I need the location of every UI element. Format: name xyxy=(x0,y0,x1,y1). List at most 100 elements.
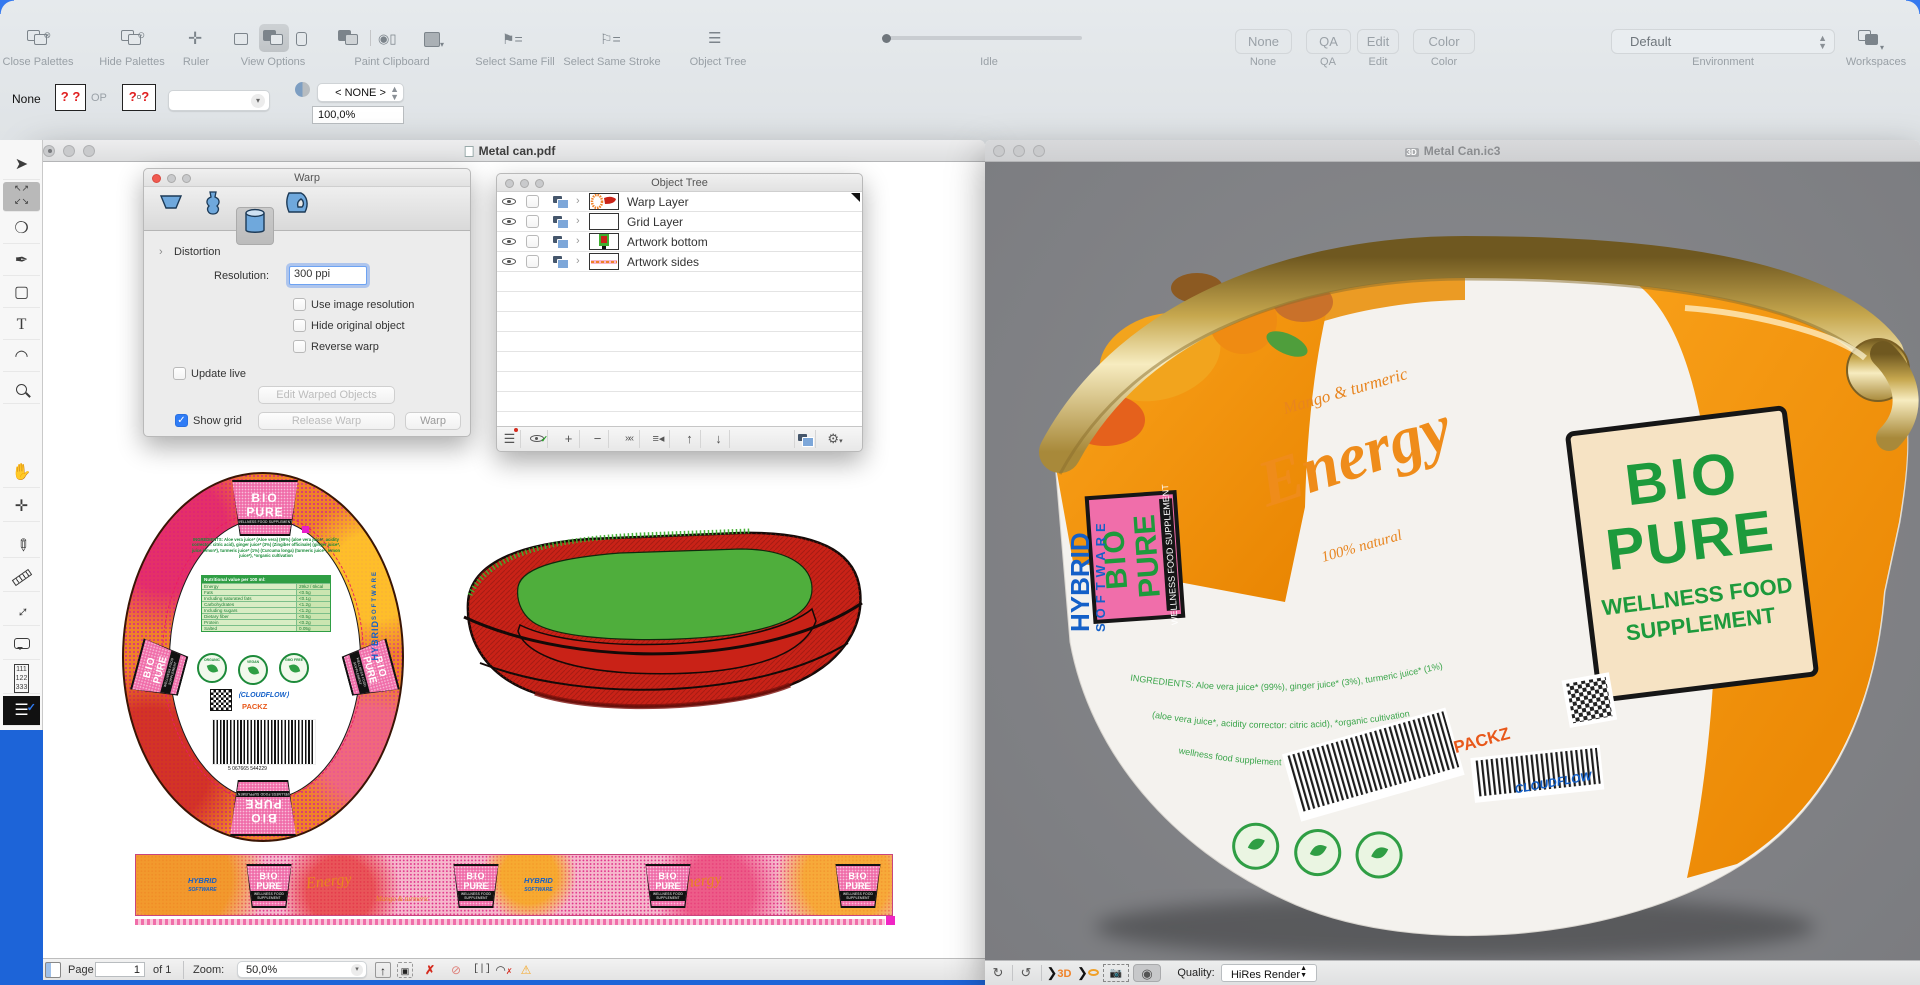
preview-eye-icon[interactable]: ◉ xyxy=(1133,964,1161,982)
stroke-style-dropdown[interactable]: ▾ xyxy=(168,90,270,111)
eyedropper-tool[interactable]: ✐ xyxy=(3,528,40,558)
update-live-checkbox[interactable] xyxy=(173,367,186,380)
edit-warped-objects-button[interactable]: Edit Warped Objects xyxy=(258,386,395,404)
sidebar-toggle-icon[interactable] xyxy=(45,962,61,978)
flatten-layers-icon[interactable]: ≡◂ xyxy=(648,430,670,448)
measure-cross-tool[interactable]: ✛ xyxy=(3,492,40,522)
arc-tool[interactable]: ◠ xyxy=(3,342,40,372)
mode-none-button[interactable]: None xyxy=(1235,29,1292,54)
layer-row[interactable]: › Artwork sides xyxy=(497,252,862,272)
page-input[interactable]: 1 xyxy=(95,962,145,977)
expand-chevron-icon[interactable]: › xyxy=(576,255,580,267)
transform-expand-tool[interactable]: ↖↗↙↘ xyxy=(3,182,40,212)
minimize-button[interactable] xyxy=(1013,145,1025,157)
selection-area-icon[interactable]: ▣ xyxy=(397,962,413,978)
view-options-icon-2[interactable] xyxy=(263,28,281,50)
add-layer-icon[interactable]: + xyxy=(558,430,580,448)
ruler-icon[interactable]: ✛ xyxy=(188,28,202,50)
fit-3d-icon[interactable]: ❯3D xyxy=(1045,964,1073,982)
visibility-eye-icon[interactable] xyxy=(502,255,516,268)
overprint-indicator-icon[interactable] xyxy=(295,82,310,97)
rounded-rect-tool[interactable]: ▢ xyxy=(3,278,40,308)
warp-tab-bottle[interactable] xyxy=(194,190,232,228)
layer-checkbox[interactable] xyxy=(526,255,539,268)
right-window-titlebar[interactable]: 3DMetal Can.ic3 xyxy=(985,140,1920,162)
distort-ellipse-tool[interactable]: ❍ xyxy=(3,214,40,244)
stroke-swatch-box[interactable]: ?▫? xyxy=(122,84,156,111)
move-down-icon[interactable]: ↓ xyxy=(708,430,730,448)
close-palettes-icon[interactable]: ⊗ xyxy=(27,28,49,50)
snapshot-camera-icon[interactable]: 📷 xyxy=(1103,964,1129,982)
show-grid-checkbox[interactable]: ✓ xyxy=(175,414,188,427)
select-same-fill-icon[interactable]: ⚑= xyxy=(502,28,523,50)
orbit-icon[interactable]: ↺ xyxy=(1015,964,1037,982)
selection-handle[interactable] xyxy=(302,526,309,533)
visibility-eye-icon[interactable] xyxy=(502,235,516,248)
text-tool[interactable]: T xyxy=(3,310,40,340)
crop-marks-icon[interactable]: [|] xyxy=(473,962,491,978)
move-up-icon[interactable]: ↑ xyxy=(679,430,701,448)
gear-menu-icon[interactable]: ⚙▾ xyxy=(824,430,846,448)
idle-slider-track[interactable] xyxy=(884,36,1082,40)
render-viewport[interactable]: BIO PURE WELLNESS FOOD SUPPLEMENT BIO PU… xyxy=(985,162,1920,960)
duplicate-icon[interactable] xyxy=(794,430,816,448)
warp-tab-pitcher[interactable] xyxy=(278,190,316,228)
hide-palettes-icon[interactable]: ⊙ xyxy=(121,28,143,50)
view-options-icon-3[interactable] xyxy=(296,28,307,50)
close-button[interactable] xyxy=(993,145,1005,157)
comment-tool[interactable] xyxy=(3,630,40,660)
ruler-tool[interactable] xyxy=(3,562,40,592)
object-tree-titlebar[interactable]: Object Tree xyxy=(497,174,862,192)
collapse-icon[interactable]: »« xyxy=(618,430,640,448)
distortion-chevron-icon[interactable]: › xyxy=(159,246,163,258)
errors-icon[interactable]: ✗ xyxy=(422,962,438,978)
opacity-input[interactable]: 100,0% xyxy=(312,106,404,124)
warnings-x-icon[interactable]: ⊘ xyxy=(448,962,464,978)
select-same-stroke-icon[interactable]: ⚐= xyxy=(600,28,621,50)
zoom-button[interactable] xyxy=(1033,145,1045,157)
workspaces-icon[interactable]: ▾ xyxy=(1858,28,1884,50)
visibility-eye-icon[interactable] xyxy=(502,215,516,228)
left-window-titlebar[interactable]: Metal can.pdf xyxy=(35,140,985,162)
warp-tab-cylinder[interactable] xyxy=(236,207,274,245)
expand-chevron-icon[interactable]: › xyxy=(576,235,580,247)
zoom-tool[interactable] xyxy=(3,374,40,404)
expand-chevron-icon[interactable]: › xyxy=(576,215,580,227)
environment-dropdown[interactable]: Default▲▼ xyxy=(1611,29,1835,54)
warp-palette-titlebar[interactable]: Warp xyxy=(144,169,470,187)
view-options-icon-1[interactable] xyxy=(234,28,248,50)
layer-checkbox[interactable] xyxy=(526,195,539,208)
direct-select-pen-tool[interactable]: ✒ xyxy=(3,246,40,276)
minimize-button[interactable] xyxy=(63,145,75,157)
visibility-eye-icon[interactable] xyxy=(502,195,516,208)
object-tree-icon[interactable]: ☰ xyxy=(708,28,721,50)
list-options-icon[interactable]: ☰ xyxy=(499,430,521,448)
paint-clipboard-icon-2[interactable]: ◉▯ xyxy=(378,28,397,50)
curve-check-icon[interactable]: ◠✗ xyxy=(495,962,513,978)
hand-tool[interactable]: ✋ xyxy=(3,458,40,488)
warp-tab-bowl[interactable] xyxy=(152,190,190,228)
layer-row[interactable]: › Grid Layer xyxy=(497,212,862,232)
paint-clipboard-icon-1[interactable] xyxy=(338,28,360,50)
distance-tool[interactable]: ↔ xyxy=(3,596,40,626)
selection-tool[interactable]: ➤ xyxy=(3,150,40,180)
warp-button[interactable]: Warp xyxy=(405,412,461,430)
reverse-warp-checkbox[interactable] xyxy=(293,340,306,353)
preflight-tool[interactable]: ☰✓ xyxy=(3,696,40,726)
quality-dropdown[interactable]: HiRes Render▲▼ xyxy=(1221,964,1317,982)
hide-original-object-checkbox[interactable] xyxy=(293,319,306,332)
fit-object-icon[interactable]: ❯ xyxy=(1075,964,1101,982)
object-tree-list[interactable]: › Warp Layer › Grid Layer › Artwork bott… xyxy=(497,192,862,426)
use-image-resolution-checkbox[interactable] xyxy=(293,298,306,311)
mode-qa-button[interactable]: QA xyxy=(1306,29,1351,54)
step-repeat-tool[interactable]: 111122333 xyxy=(3,664,40,694)
visibility-check-icon[interactable]: ✓ xyxy=(526,430,548,448)
idle-slider-handle[interactable] xyxy=(882,34,891,43)
warning-icon[interactable]: ⚠ xyxy=(518,962,534,978)
expand-chevron-icon[interactable]: › xyxy=(576,195,580,207)
release-warp-button[interactable]: Release Warp xyxy=(258,412,395,430)
mode-color-button[interactable]: Color xyxy=(1413,29,1475,54)
trap-dropdown[interactable]: < NONE >▲▼ xyxy=(317,83,404,102)
resolution-input[interactable]: 300 ppi xyxy=(289,266,367,285)
paint-clipboard-swatch[interactable]: ▾ xyxy=(424,28,444,50)
